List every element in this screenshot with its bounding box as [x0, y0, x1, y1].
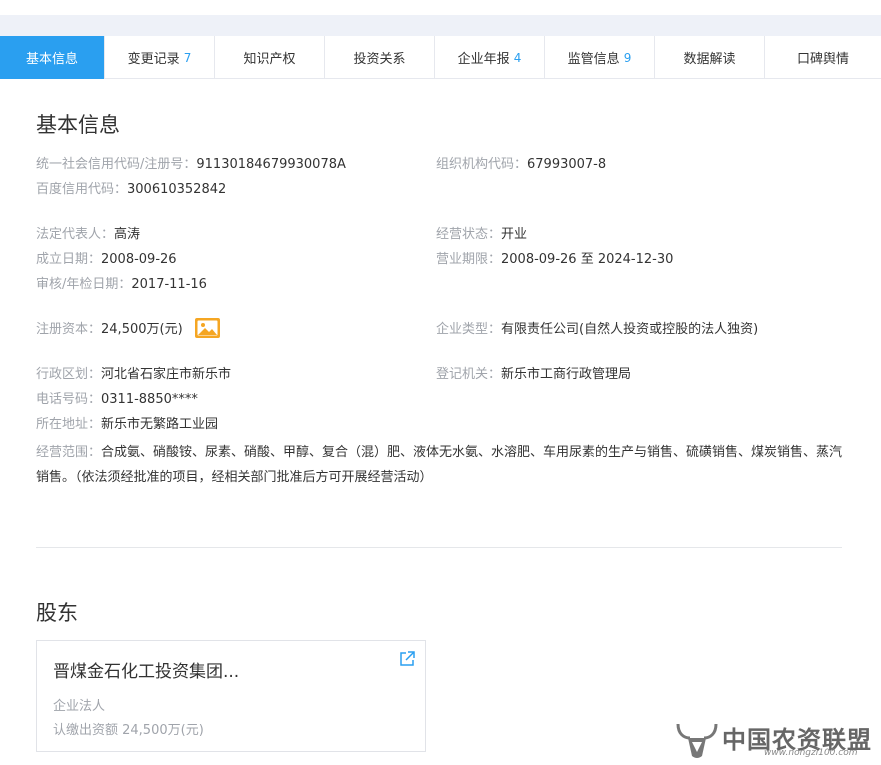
- founded-value: 2008-09-26: [101, 252, 177, 267]
- address-value: 新乐市无繁路工业园: [101, 417, 219, 432]
- credit-code-label: 统一社会信用代码/注册号：: [36, 157, 197, 172]
- top-band: [0, 15, 881, 36]
- shareholder-card[interactable]: 晋煤金石化工投资集团... 企业法人 认缴出资额 24,500万(元): [36, 640, 426, 752]
- tab-label: 基本信息: [25, 52, 78, 67]
- phone-label: 电话号码：: [36, 392, 102, 407]
- tab-count: 9: [623, 50, 632, 65]
- tab-bar: 基本信息 变更记录 7 知识产权 投资关系 企业年报 4 监管信息 9 数据解读 口碑…: [0, 36, 881, 79]
- legal-rep-row: 法定代表人：高涛: [36, 226, 140, 244]
- bull-logo-icon: [676, 723, 718, 758]
- founded-label: 成立日期：: [36, 252, 102, 267]
- legal-rep-label: 法定代表人：: [36, 227, 115, 242]
- address-label: 所在地址：: [36, 417, 102, 432]
- tab-count: 7: [183, 50, 192, 65]
- capital-label: 注册资本：: [36, 322, 102, 337]
- tab-basic-info[interactable]: 基本信息: [0, 36, 105, 79]
- business-scope: 经营范围：合成氨、硝酸铵、尿素、硝酸、甲醇、复合（混）肥、液体无水氨、水溶肥、车…: [36, 440, 846, 490]
- term-value: 2008-09-26 至 2024-12-30: [501, 252, 674, 267]
- org-code-row: 组织机构代码：67993007-8: [436, 156, 606, 174]
- authority-row: 登记机关：新乐市工商行政管理局: [436, 366, 631, 384]
- tab-count: 4: [513, 50, 522, 65]
- region-value: 河北省石家庄市新乐市: [101, 367, 232, 382]
- tab-label: 口碑舆情: [796, 52, 849, 67]
- tab-label: 监管信息: [567, 52, 620, 67]
- audit-value: 2017-11-16: [131, 277, 207, 292]
- shareholders-title: 股东: [36, 601, 78, 625]
- baidu-code-value: 300610352842: [127, 182, 227, 197]
- baidu-code-label: 百度信用代码：: [36, 182, 128, 197]
- status-label: 经营状态：: [436, 227, 502, 242]
- shareholder-type: 企业法人: [53, 699, 106, 714]
- shareholder-amount: 认缴出资额 24,500万(元): [53, 723, 204, 738]
- address-row: 所在地址：新乐市无繁路工业园: [36, 416, 218, 434]
- image-icon[interactable]: [194, 316, 222, 340]
- tab-label: 变更记录: [127, 52, 180, 67]
- section-divider: [36, 547, 842, 548]
- org-code-value: 67993007-8: [527, 157, 607, 172]
- tab-change-records[interactable]: 变更记录 7: [105, 36, 215, 79]
- company-type-row: 企业类型：有限责任公司(自然人投资或控股的法人独资): [436, 321, 758, 339]
- founded-row: 成立日期：2008-09-26: [36, 251, 177, 269]
- top-strip: [0, 0, 881, 36]
- audit-label: 审核/年检日期：: [36, 277, 132, 292]
- status-value: 开业: [501, 227, 528, 242]
- company-type-value: 有限责任公司(自然人投资或控股的法人独资): [501, 322, 759, 337]
- audit-row: 审核/年检日期：2017-11-16: [36, 276, 207, 294]
- tab-annual-report[interactable]: 企业年报 4: [435, 36, 545, 79]
- capital-row: 注册资本：24,500万(元): [36, 321, 183, 339]
- tab-regulatory[interactable]: 监管信息 9: [545, 36, 655, 79]
- phone-value: 0311-8850****: [101, 392, 198, 407]
- term-row: 营业期限：2008-09-26 至 2024-12-30: [436, 251, 673, 269]
- status-row: 经营状态：开业: [436, 226, 527, 244]
- term-label: 营业期限：: [436, 252, 502, 267]
- tab-label: 企业年报: [457, 52, 510, 67]
- org-code-label: 组织机构代码：: [436, 157, 528, 172]
- capital-value: 24,500万(元): [101, 322, 183, 337]
- credit-code-row: 统一社会信用代码/注册号：91130184679930078A: [36, 156, 346, 174]
- tab-reputation[interactable]: 口碑舆情: [765, 36, 881, 79]
- external-link-icon[interactable]: [398, 650, 416, 668]
- scope-value: 合成氨、硝酸铵、尿素、硝酸、甲醇、复合（混）肥、液体无水氨、水溶肥、车用尿素的生…: [36, 445, 843, 485]
- scope-label: 经营范围：: [36, 445, 102, 460]
- baidu-code-row: 百度信用代码：300610352842: [36, 181, 226, 199]
- tab-data-analysis[interactable]: 数据解读: [655, 36, 765, 79]
- watermark-url: www.nongzi100.com: [764, 748, 858, 758]
- basic-info-title: 基本信息: [36, 113, 120, 137]
- tab-ip[interactable]: 知识产权: [215, 36, 325, 79]
- tab-label: 数据解读: [683, 52, 736, 67]
- region-row: 行政区划：河北省石家庄市新乐市: [36, 366, 231, 384]
- phone-row: 电话号码：0311-8850****: [36, 391, 198, 409]
- shareholder-name[interactable]: 晋煤金石化工投资集团...: [53, 657, 239, 682]
- tab-label: 投资关系: [353, 52, 406, 67]
- credit-code-value: 91130184679930078A: [196, 157, 346, 172]
- region-label: 行政区划：: [36, 367, 102, 382]
- authority-value: 新乐市工商行政管理局: [501, 367, 632, 382]
- authority-label: 登记机关：: [436, 367, 502, 382]
- watermark: 中国农资联盟 www.nongzi100.com: [674, 716, 881, 765]
- company-type-label: 企业类型：: [436, 322, 502, 337]
- legal-rep-value: 高涛: [114, 227, 141, 242]
- tab-investment[interactable]: 投资关系: [325, 36, 435, 79]
- tab-label: 知识产权: [243, 52, 296, 67]
